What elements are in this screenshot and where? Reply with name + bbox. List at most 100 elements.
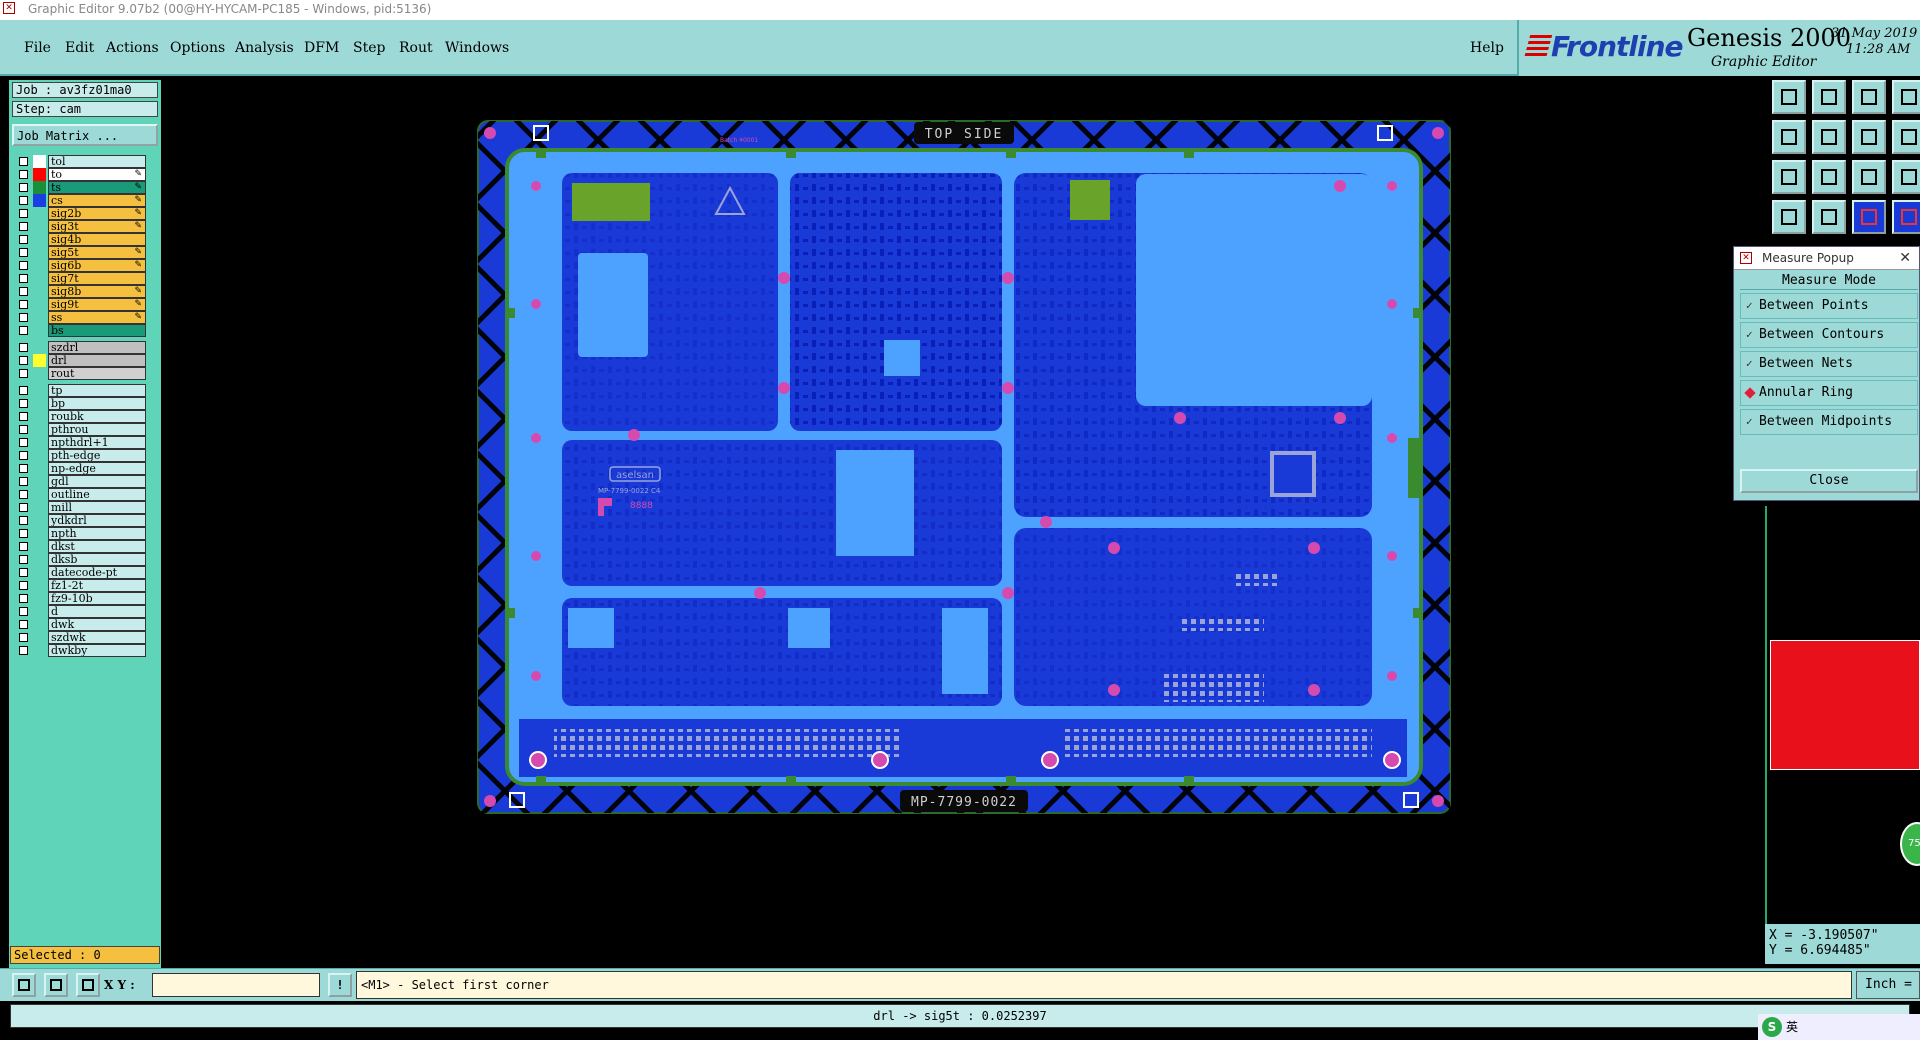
- app-close-icon[interactable]: ✕: [3, 2, 15, 14]
- layer-checkbox[interactable]: [19, 300, 28, 309]
- menu-file[interactable]: File: [24, 40, 51, 56]
- layer-name[interactable]: sig3t ✎: [48, 220, 146, 233]
- layer-name[interactable]: sig4b: [48, 233, 146, 246]
- layer-color-swatch[interactable]: [33, 579, 46, 592]
- layer-color-swatch[interactable]: [33, 341, 46, 354]
- tool-redraw-button[interactable]: [1852, 120, 1886, 154]
- option-between-midpoints[interactable]: ✓ Between Midpoints: [1740, 409, 1918, 435]
- layer-color-swatch[interactable]: [33, 644, 46, 657]
- tool-flip-button[interactable]: [1892, 120, 1920, 154]
- layer-checkbox[interactable]: [19, 274, 28, 283]
- layer-checkbox[interactable]: [19, 620, 28, 629]
- layer-color-swatch[interactable]: [33, 527, 46, 540]
- graphics-canvas[interactable]: TOP SIDE MP-7799-0022 Batch ¥0001 aselsa…: [164, 78, 1770, 970]
- layer-color-swatch[interactable]: [33, 324, 46, 337]
- layer-checkbox[interactable]: [19, 646, 28, 655]
- layer-row-sig4b[interactable]: sig4b: [14, 233, 154, 247]
- layer-row-dkst[interactable]: dkst: [14, 540, 154, 554]
- option-annular-ring[interactable]: Annular Ring: [1740, 380, 1918, 406]
- layer-checkbox[interactable]: [19, 261, 28, 270]
- option-between-contours[interactable]: ✓ Between Contours: [1740, 322, 1918, 348]
- layer-checkbox[interactable]: [19, 555, 28, 564]
- layer-name[interactable]: szdwk: [48, 631, 146, 644]
- cmd-grid-button[interactable]: [76, 973, 100, 997]
- layer-row-szdrl[interactable]: szdrl: [14, 341, 154, 355]
- menu-windows[interactable]: Windows: [445, 40, 509, 56]
- layer-checkbox[interactable]: [19, 542, 28, 551]
- layer-checkbox[interactable]: [19, 196, 28, 205]
- layer-row-npth[interactable]: npth: [14, 527, 154, 541]
- tool-pan-right-button[interactable]: [1812, 120, 1846, 154]
- layer-checkbox[interactable]: [19, 633, 28, 642]
- layer-color-swatch[interactable]: [33, 207, 46, 220]
- tool-center-button[interactable]: [1812, 160, 1846, 194]
- close-icon[interactable]: ✕: [1899, 247, 1911, 269]
- layer-row-mill[interactable]: mill: [14, 501, 154, 515]
- layer-checkbox[interactable]: [19, 343, 28, 352]
- layer-checkbox[interactable]: [19, 438, 28, 447]
- exclaim-button[interactable]: !: [328, 973, 352, 997]
- layer-checkbox[interactable]: [19, 369, 28, 378]
- layer-row-dksb[interactable]: dksb: [14, 553, 154, 567]
- layer-row-sig3t[interactable]: sig3t ✎: [14, 220, 154, 234]
- layer-name[interactable]: ts ✎: [48, 181, 146, 194]
- layer-name[interactable]: szdrl: [48, 341, 146, 354]
- layer-checkbox[interactable]: [19, 356, 28, 365]
- layer-color-swatch[interactable]: [33, 501, 46, 514]
- layer-color-swatch[interactable]: [33, 618, 46, 631]
- layer-checkbox[interactable]: [19, 326, 28, 335]
- layer-row-bs[interactable]: bs: [14, 324, 154, 338]
- layer-color-swatch[interactable]: [33, 155, 46, 168]
- layer-color-swatch[interactable]: [33, 311, 46, 324]
- layer-row-drl[interactable]: drl: [14, 354, 154, 368]
- ime-mode[interactable]: 英: [1786, 1020, 1798, 1034]
- layer-name[interactable]: bs: [48, 324, 146, 337]
- layer-color-swatch[interactable]: [33, 220, 46, 233]
- layer-name[interactable]: sig9t ✎: [48, 298, 146, 311]
- layer-color-swatch[interactable]: [33, 354, 46, 367]
- layer-checkbox[interactable]: [19, 464, 28, 473]
- layer-color-swatch[interactable]: [33, 605, 46, 618]
- layer-row-sig6b[interactable]: sig6b ✎: [14, 259, 154, 273]
- layer-row-outline[interactable]: outline: [14, 488, 154, 502]
- layer-color-swatch[interactable]: [33, 540, 46, 553]
- layer-checkbox[interactable]: [19, 516, 28, 525]
- tool-home-button[interactable]: [1852, 80, 1886, 114]
- tool-pan-left-button[interactable]: [1772, 120, 1806, 154]
- layer-row-gdl[interactable]: gdl: [14, 475, 154, 489]
- layer-row-to[interactable]: to ✎: [14, 168, 154, 182]
- close-button[interactable]: Close: [1740, 469, 1918, 493]
- units-select[interactable]: Inch =: [1856, 971, 1920, 999]
- layer-checkbox[interactable]: [19, 607, 28, 616]
- layer-color-swatch[interactable]: [33, 397, 46, 410]
- layer-color-swatch[interactable]: [33, 285, 46, 298]
- layer-color-swatch[interactable]: [33, 449, 46, 462]
- layer-color-swatch[interactable]: [33, 423, 46, 436]
- tool-layer-button[interactable]: [1892, 200, 1920, 234]
- layer-row-sig2b[interactable]: sig2b ✎: [14, 207, 154, 221]
- layer-color-swatch[interactable]: [33, 488, 46, 501]
- layer-row-pth-edge[interactable]: pth-edge: [14, 449, 154, 463]
- layer-row-dwkby[interactable]: dwkby: [14, 644, 154, 658]
- layer-checkbox[interactable]: [19, 222, 28, 231]
- layer-checkbox[interactable]: [19, 529, 28, 538]
- layer-checkbox[interactable]: [19, 503, 28, 512]
- layer-row-dwk[interactable]: dwk: [14, 618, 154, 632]
- layer-checkbox[interactable]: [19, 477, 28, 486]
- layer-color-swatch[interactable]: [33, 384, 46, 397]
- layer-name[interactable]: tp: [48, 384, 146, 397]
- cmd-draw-button[interactable]: [12, 973, 36, 997]
- tool-scale-button[interactable]: [1852, 160, 1886, 194]
- tool-zoom-in-button[interactable]: [1772, 80, 1806, 114]
- layer-row-sig5t[interactable]: sig5t ✎: [14, 246, 154, 260]
- layer-color-swatch[interactable]: [33, 181, 46, 194]
- layer-color-swatch[interactable]: [33, 436, 46, 449]
- layer-color-swatch[interactable]: [33, 259, 46, 272]
- option-between-points[interactable]: ✓ Between Points: [1740, 293, 1918, 319]
- layer-row-bp[interactable]: bp: [14, 397, 154, 411]
- cmd-measure-button[interactable]: [44, 973, 68, 997]
- layer-name[interactable]: fz9-10b: [48, 592, 146, 605]
- layer-name[interactable]: to ✎: [48, 168, 146, 181]
- layer-name[interactable]: dkst: [48, 540, 146, 553]
- layer-row-d[interactable]: d: [14, 605, 154, 619]
